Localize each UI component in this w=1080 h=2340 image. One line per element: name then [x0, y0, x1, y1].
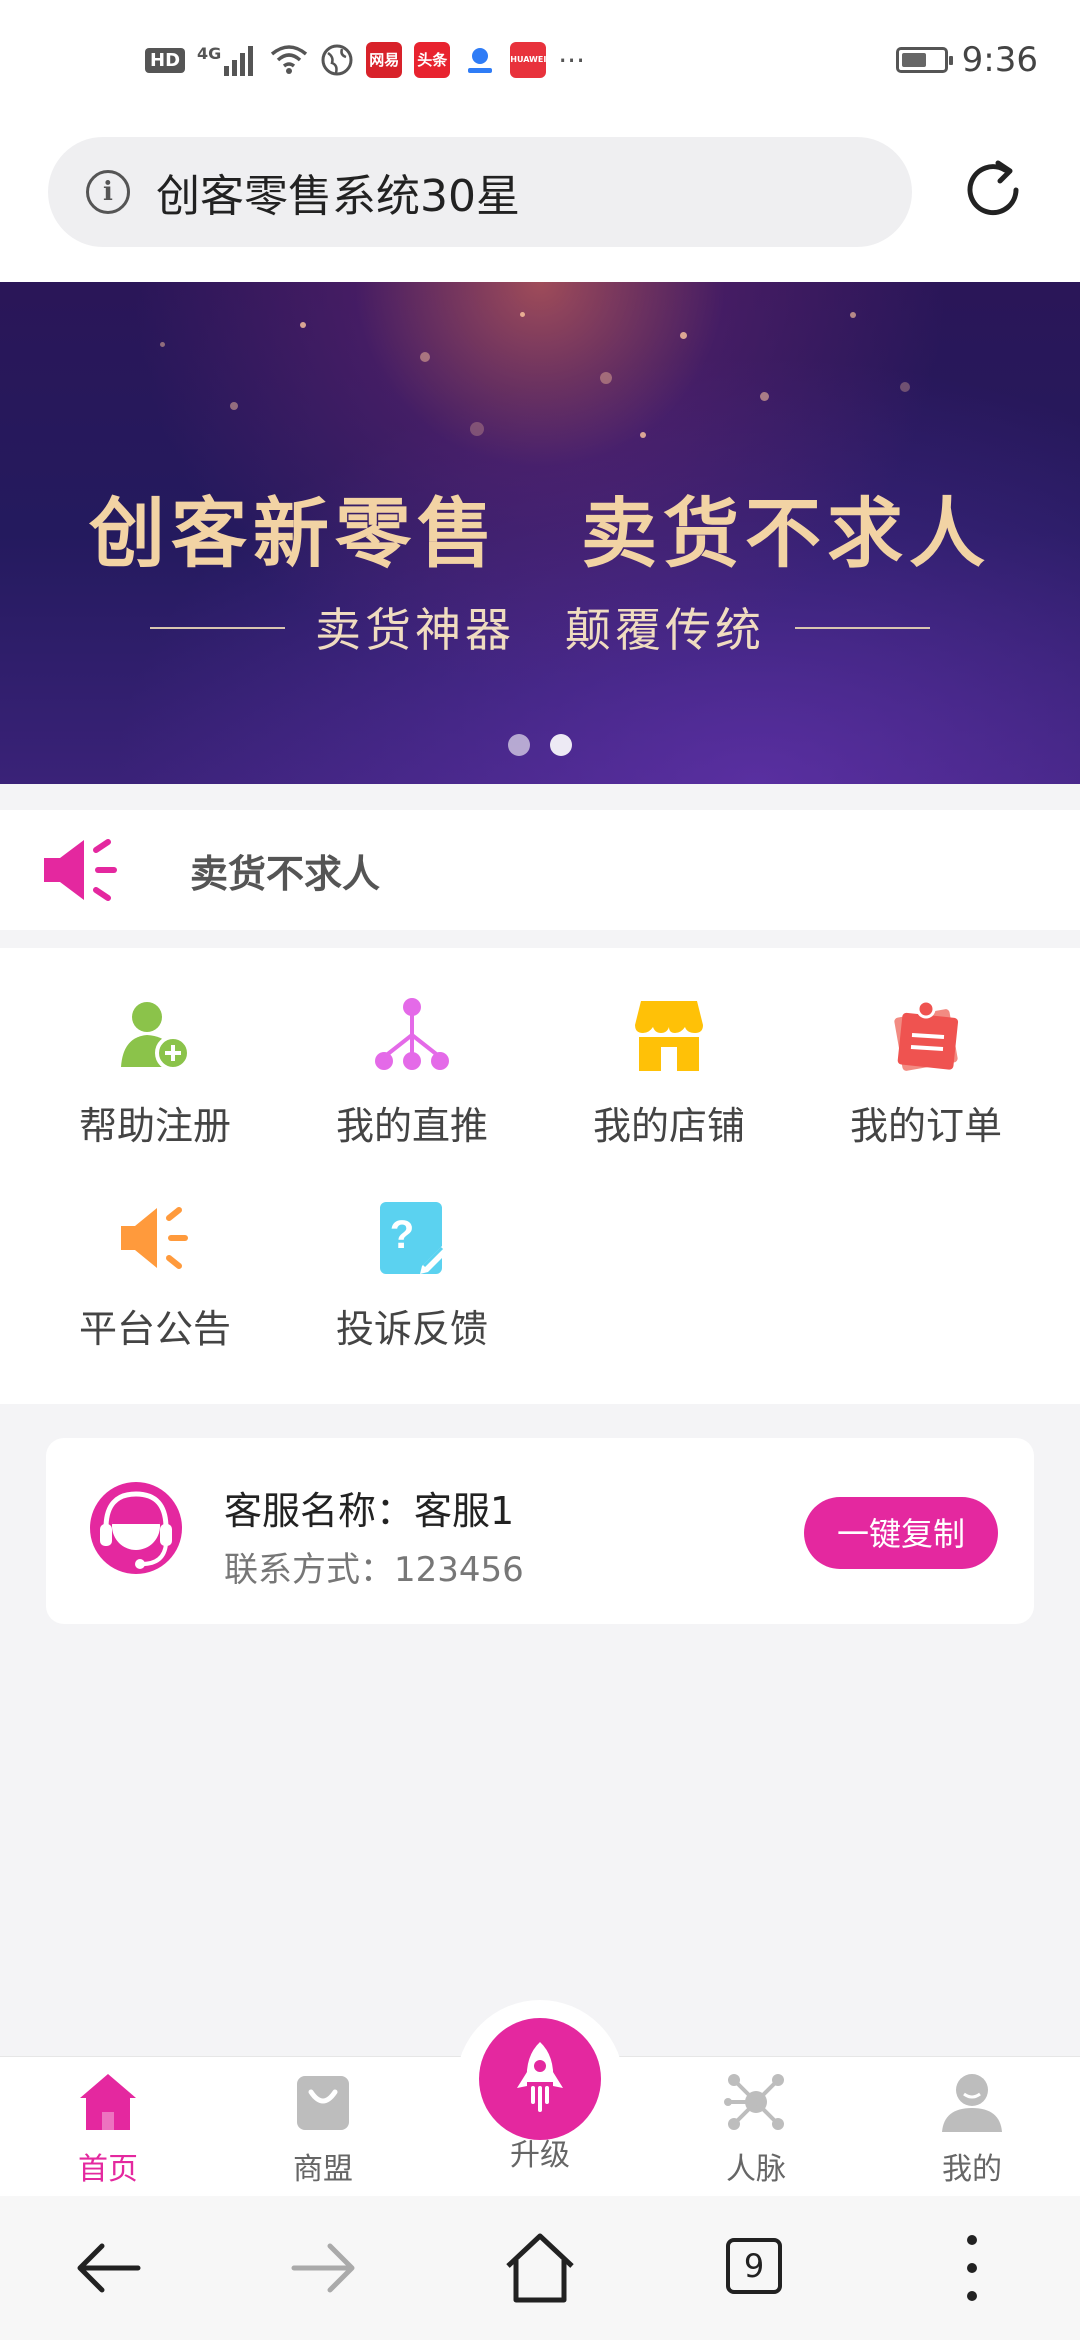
grid-item-label: 投诉反馈: [335, 1307, 488, 1351]
network-tree-icon: [375, 998, 449, 1070]
promo-banner[interactable]: 创客新零售 卖货不求人 卖货神器 颠覆传统: [0, 282, 1080, 784]
info-icon[interactable]: i: [86, 170, 130, 214]
more-menu-icon[interactable]: [932, 2228, 1012, 2308]
grid-item-label: 我的店铺: [592, 1104, 745, 1148]
4g-signal-icon: 4G: [197, 44, 258, 76]
copy-button[interactable]: 一键复制: [804, 1497, 998, 1569]
tab-label: 人脉: [726, 2152, 786, 2187]
add-user-icon: [121, 1002, 191, 1071]
status-bar-icons: HD 4G 网易 头条 HUAWEI ···: [145, 42, 585, 78]
carousel-dot-1[interactable]: [508, 734, 530, 756]
tab-home[interactable]: 首页: [33, 2070, 183, 2188]
grid-item-label: 帮助注册: [78, 1104, 231, 1148]
grid-item-register[interactable]: 帮助注册: [30, 995, 280, 1150]
user-icon: [942, 2074, 1002, 2132]
rocket-icon: [517, 2042, 563, 2112]
tab-connections[interactable]: 人脉: [681, 2070, 831, 2188]
tab-upgrade[interactable]: 升级: [465, 2130, 615, 2174]
tab-label: 升级: [510, 2138, 570, 2173]
notice-text: 卖货不求人: [190, 851, 381, 896]
shopping-bag-icon: [297, 2076, 349, 2130]
store-icon: [635, 1001, 703, 1071]
status-bar-right: 9:36: [895, 40, 1038, 80]
carousel-dot-2[interactable]: [550, 734, 572, 756]
grid-item-my-store[interactable]: 我的店铺: [544, 995, 794, 1150]
megaphone-icon: [44, 839, 117, 901]
address-bar[interactable]: i 创客零售系统30星: [48, 137, 912, 247]
browser-icon: [321, 44, 353, 76]
tab-alliance[interactable]: 商盟: [248, 2070, 398, 2188]
battery-icon: [895, 47, 953, 73]
megaphone-icon: [121, 1207, 188, 1269]
grid-item-my-orders[interactable]: 我的订单: [801, 995, 1051, 1150]
service-contact: 联系方式：123456: [224, 1550, 524, 1590]
tab-label: 我的: [942, 2152, 1002, 2187]
tab-count: 9: [726, 2238, 782, 2294]
home-icon: [80, 2074, 136, 2130]
svg-text:?: ?: [390, 1213, 414, 1257]
wifi-icon: [271, 45, 308, 74]
order-note-icon: [894, 999, 959, 1071]
grid-item-label: 我的直推: [335, 1104, 488, 1148]
forward-arrow-icon[interactable]: [284, 2228, 364, 2308]
hd-icon: HD: [145, 47, 186, 73]
huawei-icon: HUAWEI: [510, 42, 546, 78]
customer-service-icon: [90, 1482, 182, 1574]
grid-item-label: 平台公告: [78, 1307, 231, 1351]
back-arrow-icon[interactable]: [68, 2228, 148, 2308]
service-name: 客服名称：客服1: [224, 1489, 515, 1533]
upgrade-button[interactable]: [479, 2018, 601, 2140]
app-icon: [462, 42, 499, 78]
grid-item-direct-referrals[interactable]: 我的直推: [287, 995, 537, 1150]
banner-divider-right: [795, 627, 930, 629]
toutiao-icon: 头条: [414, 42, 451, 78]
tabs-button[interactable]: 9: [716, 2228, 796, 2308]
tab-mine[interactable]: 我的: [897, 2070, 1047, 2188]
notice-bar[interactable]: 卖货不求人: [0, 810, 1080, 930]
grid-item-label: 我的订单: [849, 1104, 1002, 1148]
reload-icon[interactable]: [958, 155, 1028, 225]
grid-item-feedback[interactable]: ? 投诉反馈: [287, 1198, 537, 1353]
tab-label: 商盟: [293, 2152, 353, 2187]
banner-title: 创客新零售 卖货不求人: [89, 489, 991, 578]
clock: 9:36: [961, 40, 1038, 80]
network-icon: [724, 2074, 784, 2130]
page-title[interactable]: 创客零售系统30星: [156, 160, 520, 224]
grid-item-announcements[interactable]: 平台公告: [30, 1198, 280, 1353]
more-icon: ···: [558, 43, 585, 77]
feedback-icon: ?: [380, 1202, 450, 1274]
home-nav-icon[interactable]: [500, 2228, 580, 2308]
netease-icon: 网易: [366, 42, 403, 78]
tab-label: 首页: [78, 2152, 138, 2187]
